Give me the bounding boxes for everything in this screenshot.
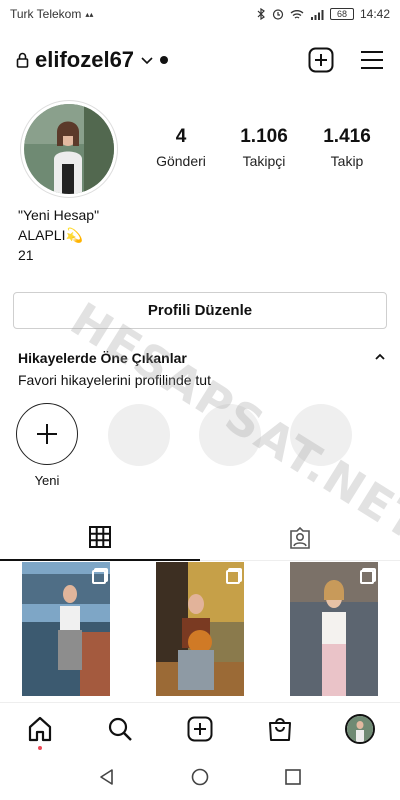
multiple-photos-icon bbox=[226, 570, 240, 584]
stat-value: 1.416 bbox=[323, 126, 371, 147]
stat-posts[interactable]: 4 Gönderi bbox=[142, 126, 220, 169]
grid-post[interactable] bbox=[290, 562, 378, 696]
highlights-section: Hikayelerde Öne Çıkanlar Favori hikayele… bbox=[18, 350, 386, 388]
grid-icon bbox=[89, 526, 111, 548]
system-navigation bbox=[0, 754, 400, 800]
battery-level: 68 bbox=[336, 9, 347, 19]
carrier-name: Turk Telekom bbox=[10, 7, 82, 21]
status-bar: Turk Telekom ▴▴ 68 14:42 bbox=[0, 0, 400, 28]
new-highlight-label: Yeni bbox=[34, 473, 60, 488]
clock: 14:42 bbox=[359, 7, 390, 21]
highlight-placeholder bbox=[290, 404, 352, 466]
nav-create[interactable] bbox=[160, 703, 240, 754]
grid-post[interactable] bbox=[22, 562, 110, 696]
alarm-icon bbox=[272, 9, 284, 20]
profile-header: elifozel67 bbox=[0, 40, 400, 80]
recents-icon[interactable] bbox=[284, 768, 302, 786]
notification-dot bbox=[38, 746, 42, 750]
profile-avatar-small bbox=[345, 713, 375, 744]
highlights-subtitle: Favori hikayelerini profilinde tut bbox=[18, 372, 211, 388]
menu-icon[interactable] bbox=[360, 50, 384, 70]
nav-shop[interactable] bbox=[240, 703, 320, 754]
stat-value: 4 bbox=[175, 126, 187, 147]
search-icon bbox=[108, 717, 132, 741]
profile-stats: 4 Gönderi 1.106 Takipçi 1.416 Takip bbox=[142, 126, 386, 169]
post-grid bbox=[0, 562, 400, 702]
notification-dot bbox=[160, 56, 169, 64]
shopping-bag-icon bbox=[269, 717, 291, 741]
nav-profile[interactable] bbox=[320, 703, 400, 754]
bio-line: "Yeni Hesap" bbox=[18, 207, 100, 223]
tab-grid[interactable] bbox=[0, 515, 200, 561]
profile-tabs bbox=[0, 515, 400, 561]
username: elifozel67 bbox=[35, 47, 135, 72]
profile-bio: "Yeni Hesap" ALAPLI💫 21 bbox=[18, 205, 99, 265]
stat-value: 1.106 bbox=[240, 126, 288, 147]
battery-icon: 68 bbox=[329, 8, 354, 20]
new-post-icon[interactable] bbox=[308, 47, 334, 73]
stat-label: Takipçi bbox=[242, 153, 286, 169]
avatar-photo bbox=[24, 104, 114, 194]
wifi-icon bbox=[290, 9, 304, 19]
lock-icon bbox=[16, 52, 29, 68]
chevron-down-icon bbox=[141, 57, 153, 65]
add-post-icon bbox=[187, 716, 213, 741]
stat-following[interactable]: 1.416 Takip bbox=[308, 126, 386, 169]
stat-label: Gönderi bbox=[156, 153, 206, 169]
bio-line: 21 bbox=[18, 247, 34, 263]
profile-avatar[interactable] bbox=[20, 100, 118, 198]
back-icon[interactable] bbox=[98, 768, 116, 786]
nav-home[interactable] bbox=[0, 703, 80, 754]
account-switcher[interactable]: elifozel67 bbox=[16, 47, 169, 73]
bio-line: ALAPLI💫 bbox=[18, 227, 83, 243]
profile-summary: 4 Gönderi 1.106 Takipçi 1.416 Takip bbox=[20, 100, 386, 200]
sim-icon: ▴▴ bbox=[85, 9, 94, 19]
multiple-photos-icon bbox=[360, 570, 374, 584]
edit-profile-button[interactable]: Profili Düzenle bbox=[13, 292, 387, 329]
chevron-up-icon[interactable] bbox=[374, 352, 386, 362]
tab-tagged[interactable] bbox=[200, 515, 400, 561]
highlights-title: Hikayelerde Öne Çıkanlar bbox=[18, 350, 187, 366]
highlight-placeholder bbox=[199, 404, 261, 466]
multiple-photos-icon bbox=[92, 570, 106, 584]
highlight-placeholder bbox=[108, 404, 170, 466]
plus-icon bbox=[37, 424, 57, 444]
bluetooth-icon bbox=[257, 8, 265, 20]
stat-followers[interactable]: 1.106 Takipçi bbox=[225, 126, 303, 169]
grid-post[interactable] bbox=[156, 562, 244, 696]
stat-label: Takip bbox=[330, 153, 364, 169]
new-highlight-circle bbox=[16, 403, 78, 465]
signal-icon bbox=[310, 9, 324, 20]
home-button-icon[interactable] bbox=[191, 768, 209, 786]
tagged-icon bbox=[290, 526, 310, 549]
home-icon bbox=[28, 716, 52, 741]
bottom-navigation bbox=[0, 702, 400, 754]
nav-search[interactable] bbox=[80, 703, 160, 754]
new-highlight-button[interactable]: Yeni bbox=[16, 403, 78, 488]
